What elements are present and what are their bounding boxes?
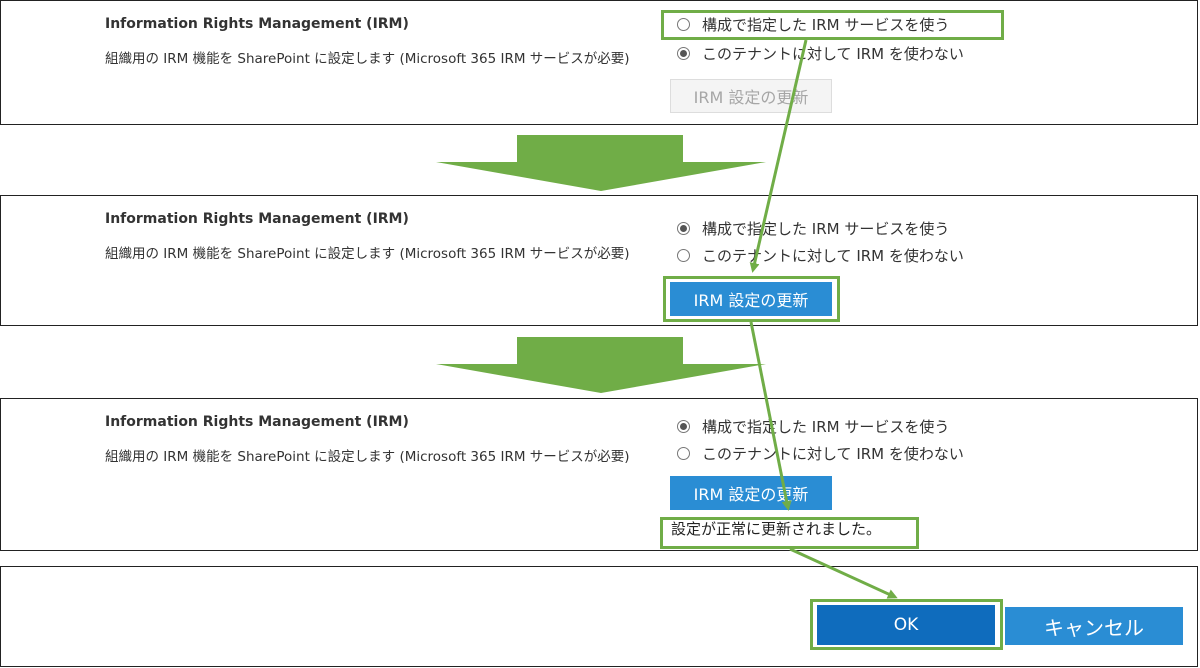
update-irm-settings-button-disabled[interactable]: IRM 設定の更新 (670, 79, 832, 113)
radio-label: このテナントに対して IRM を使わない (702, 246, 964, 265)
update-irm-settings-button[interactable]: IRM 設定の更新 (670, 282, 832, 316)
radio-button[interactable] (677, 446, 690, 460)
ok-button[interactable]: OK (817, 605, 995, 645)
cancel-button[interactable]: キャンセル (1005, 607, 1183, 645)
radio-button-checked[interactable] (677, 419, 690, 433)
update-irm-settings-button[interactable]: IRM 設定の更新 (670, 476, 832, 510)
radio-label: 構成で指定した IRM サービスを使う (702, 15, 950, 34)
radio-label: 構成で指定した IRM サービスを使う (702, 417, 950, 436)
radio-use-irm-service[interactable]: 構成で指定した IRM サービスを使う (677, 217, 949, 239)
dialog-footer: OK キャンセル (0, 566, 1198, 667)
irm-panel-step-2: Information Rights Management (IRM) 組織用の… (0, 195, 1198, 326)
down-arrow-icon (436, 337, 766, 393)
radio-use-irm-service[interactable]: 構成で指定した IRM サービスを使う (677, 415, 949, 437)
radio-no-irm[interactable]: このテナントに対して IRM を使わない (677, 442, 964, 464)
irm-panel-step-1: Information Rights Management (IRM) 組織用の… (0, 0, 1198, 125)
radio-label: 構成で指定した IRM サービスを使う (702, 219, 950, 238)
irm-description: 組織用の IRM 機能を SharePoint に設定します (Microsof… (105, 51, 630, 67)
radio-button-checked[interactable] (677, 221, 690, 235)
radio-no-irm[interactable]: このテナントに対して IRM を使わない (677, 244, 964, 266)
irm-description: 組織用の IRM 機能を SharePoint に設定します (Microsof… (105, 246, 630, 262)
irm-title: Information Rights Management (IRM) (105, 211, 409, 227)
radio-button-checked[interactable] (677, 46, 690, 60)
radio-no-irm[interactable]: このテナントに対して IRM を使わない (677, 42, 964, 64)
irm-title: Information Rights Management (IRM) (105, 16, 409, 32)
radio-use-irm-service[interactable]: 構成で指定した IRM サービスを使う (677, 13, 949, 35)
success-status-message: 設定が正常に更新されました。 (671, 520, 882, 538)
radio-button[interactable] (677, 248, 690, 262)
irm-title: Information Rights Management (IRM) (105, 414, 409, 430)
radio-label: このテナントに対して IRM を使わない (702, 44, 964, 63)
irm-description: 組織用の IRM 機能を SharePoint に設定します (Microsof… (105, 449, 630, 465)
down-arrow-icon (436, 135, 766, 191)
radio-label: このテナントに対して IRM を使わない (702, 444, 964, 463)
radio-button[interactable] (677, 17, 690, 31)
irm-panel-step-3: Information Rights Management (IRM) 組織用の… (0, 398, 1198, 551)
